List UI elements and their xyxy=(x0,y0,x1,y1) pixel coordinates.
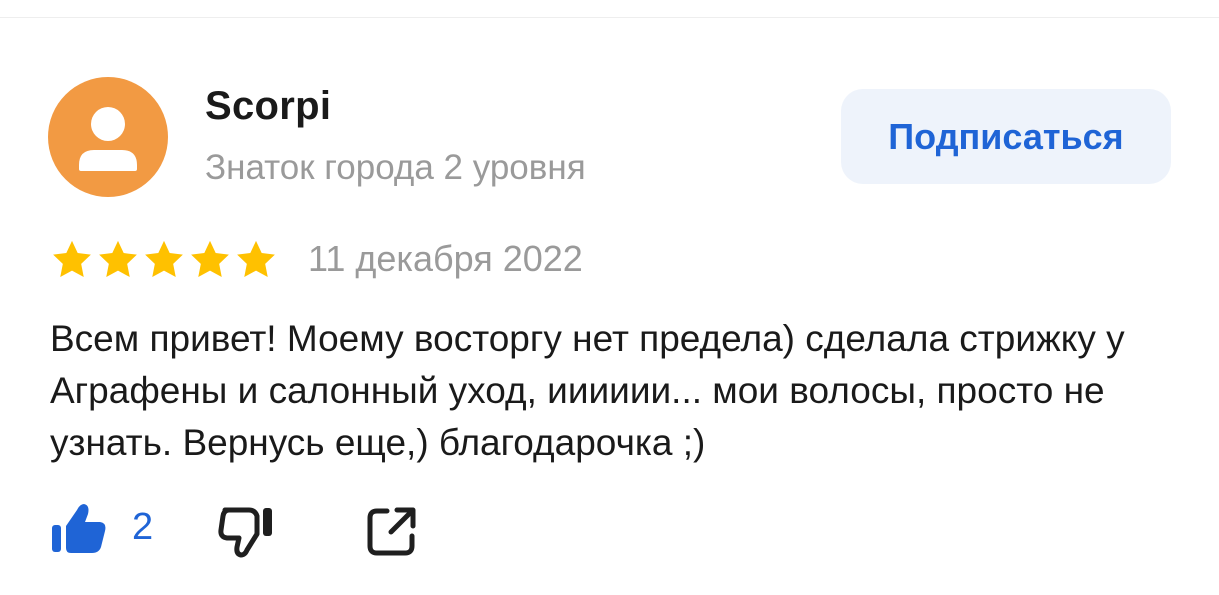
subscribe-button[interactable]: Подписаться xyxy=(841,89,1171,184)
rating-stars xyxy=(50,238,278,282)
share-icon xyxy=(367,507,416,556)
share-button[interactable] xyxy=(360,500,425,562)
star-icon xyxy=(237,240,275,278)
review-date: 11 декабря 2022 xyxy=(308,238,583,279)
top-divider xyxy=(0,17,1219,18)
star-icon xyxy=(191,240,229,278)
like-button[interactable]: 2 xyxy=(50,498,165,560)
dislike-button[interactable] xyxy=(215,500,280,562)
user-icon xyxy=(79,107,137,171)
thumbs-up-icon xyxy=(52,504,106,553)
star-icon xyxy=(145,240,183,278)
star-icon xyxy=(99,240,137,278)
author-name[interactable]: Scorpi xyxy=(205,84,331,129)
review-text: Всем привет! Моему восторгу нет предела)… xyxy=(50,318,1125,463)
author-status: Знаток города 2 уровня xyxy=(205,148,586,187)
avatar[interactable] xyxy=(48,77,168,197)
like-count: 2 xyxy=(132,506,154,548)
thumbs-down-icon xyxy=(218,507,272,558)
star-icon xyxy=(53,240,91,278)
